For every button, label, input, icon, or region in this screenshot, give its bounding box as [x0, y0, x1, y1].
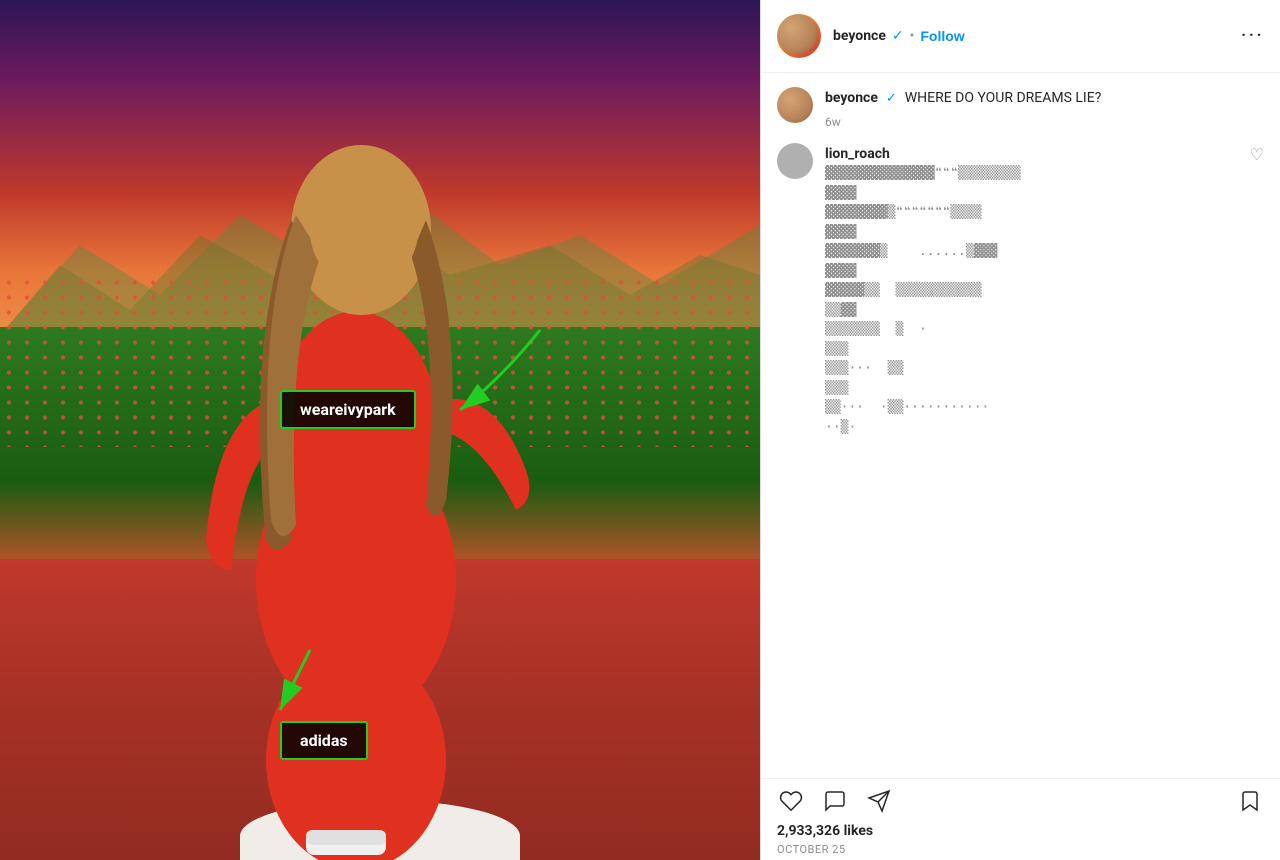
post-detail-panel: beyonce ✓ • Follow ··· beyonce ✓ WHERE D…: [760, 0, 1280, 860]
header-info: beyonce ✓ • Follow: [833, 28, 1241, 44]
verified-badge: ✓: [892, 28, 904, 44]
post-date: OCTOBER 25: [777, 843, 1264, 856]
action-icons: [777, 787, 1264, 815]
share-button[interactable]: [865, 787, 893, 815]
post-image: weareivypark adidas: [0, 0, 760, 860]
comment-content: lion_roach ▓▓▓▓▓▓▓▓▓▓▓▓▓▓❝❝❝▒▒▒▒▒▒▒▒▓▓▓▓…: [825, 143, 1238, 437]
comment-avatar[interactable]: [777, 143, 813, 179]
post-image-panel: weareivypark adidas: [0, 0, 760, 860]
post-header: beyonce ✓ • Follow ···: [761, 0, 1280, 73]
comment-button[interactable]: [821, 787, 849, 815]
follow-button[interactable]: Follow: [920, 28, 964, 44]
caption-body: WHERE DO YOUR DREAMS LIE?: [905, 90, 1102, 106]
action-bar: 2,933,326 likes OCTOBER 25: [761, 778, 1280, 860]
comment-username[interactable]: lion_roach: [825, 146, 890, 162]
profile-avatar[interactable]: [777, 14, 821, 58]
bookmark-button[interactable]: [1236, 787, 1264, 815]
profile-username[interactable]: beyonce: [833, 28, 886, 44]
post-content-area: beyonce ✓ WHERE DO YOUR DREAMS LIE? 6w l…: [761, 73, 1280, 778]
comment-item: lion_roach ▓▓▓▓▓▓▓▓▓▓▓▓▓▓❝❝❝▒▒▒▒▒▒▒▒▓▓▓▓…: [777, 143, 1264, 437]
dot-separator: •: [910, 28, 915, 44]
caption-verified-badge: ✓: [886, 91, 897, 106]
likes-count: 2,933,326 likes: [777, 823, 1264, 839]
caption-text: beyonce ✓ WHERE DO YOUR DREAMS LIE? 6w: [825, 87, 1264, 129]
caption-section: beyonce ✓ WHERE DO YOUR DREAMS LIE? 6w: [761, 73, 1280, 143]
caption-timestamp: 6w: [825, 115, 1264, 129]
adidas-label: adidas: [280, 721, 368, 760]
caption-avatar[interactable]: [777, 87, 813, 123]
comment-text: ▓▓▓▓▓▓▓▓▓▓▓▓▓▓❝❝❝▒▒▒▒▒▒▒▒▓▓▓▓▓▓▓▓▓▓▓▓▒❝❝…: [825, 164, 1238, 437]
like-button[interactable]: [777, 787, 805, 815]
caption-username[interactable]: beyonce: [825, 90, 878, 106]
more-options-button[interactable]: ···: [1241, 24, 1264, 49]
avatar-image: [777, 14, 817, 54]
ivypark-label: weareivypark: [280, 390, 416, 429]
comments-area: lion_roach ▓▓▓▓▓▓▓▓▓▓▓▓▓▓❝❝❝▒▒▒▒▒▒▒▒▓▓▓▓…: [761, 143, 1280, 437]
comment-heart-button[interactable]: ♡: [1250, 145, 1264, 164]
